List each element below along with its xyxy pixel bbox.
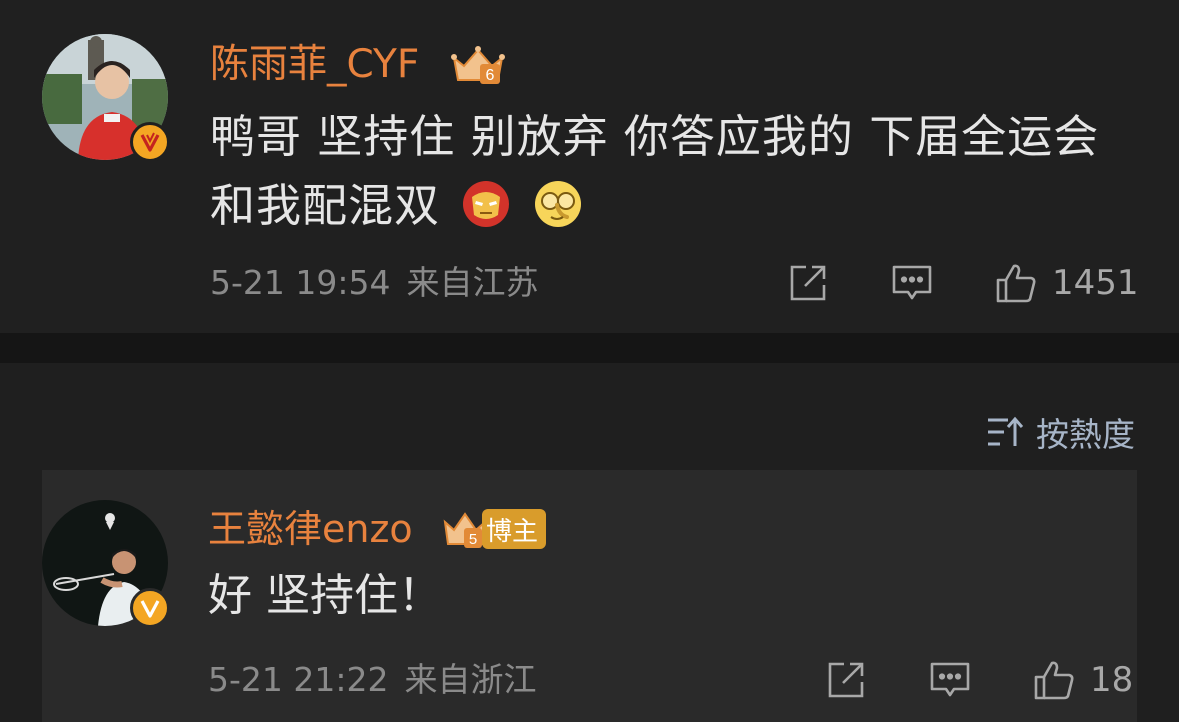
- comment-text-content: 鸭哥 坚持住 别放弃 你答应我的 下届全运会和我配混双: [210, 110, 1100, 232]
- reply-button[interactable]: [890, 261, 934, 305]
- reply-share-button[interactable]: [824, 658, 868, 702]
- verified-badge-icon: [130, 122, 170, 162]
- verified-badge-icon: [130, 588, 170, 628]
- sort-icon: [988, 416, 1024, 446]
- comment-location: 来自江苏: [406, 263, 539, 302]
- blogger-badge: 博主: [482, 509, 547, 549]
- avatar[interactable]: [42, 34, 170, 162]
- covering-eyes-emoji-icon: [534, 181, 581, 227]
- reply-comment-button[interactable]: [928, 658, 972, 702]
- reply-location: 来自浙江: [404, 660, 537, 699]
- reply-avatar[interactable]: [42, 500, 170, 628]
- like-button[interactable]: 1451: [994, 261, 1139, 305]
- sort-label: 按熱度: [1036, 415, 1135, 454]
- comment-icon: [930, 662, 970, 697]
- reply-date: 5-21 21:22: [208, 660, 389, 699]
- share-icon: [790, 265, 826, 301]
- share-button[interactable]: [786, 261, 830, 305]
- username[interactable]: 陈雨菲_CYF: [210, 43, 419, 87]
- sort-by-heat-button[interactable]: 按熱度: [986, 408, 1135, 456]
- thumbs-up-icon: [996, 264, 1036, 303]
- reply-text: 好 坚持住！: [208, 570, 442, 621]
- vip-level-number: 6: [486, 67, 495, 84]
- vip-crown-icon: 6: [450, 44, 506, 90]
- thumbs-up-icon: [1034, 661, 1074, 700]
- reply-meta: 5-21 21:22 来自浙江: [208, 660, 553, 700]
- weibo-comment-view: 陈雨菲_CYF 6 鸭哥 坚持住 别放弃 你答应我的 下届全运会和我配混双 5-…: [0, 0, 1179, 722]
- reply-like-button[interactable]: 18: [1032, 658, 1133, 702]
- comment-meta: 5-21 19:54 来自江苏: [210, 263, 555, 303]
- reply-card: 王懿律enzo 5 博主 好 坚持住！ 5-21 21:22 来自浙江 18: [42, 470, 1137, 722]
- like-count: 1451: [1052, 263, 1139, 303]
- vip-level-number: 5: [469, 531, 477, 548]
- comment-icon: [892, 265, 932, 300]
- comment-text: 鸭哥 坚持住 别放弃 你答应我的 下届全运会和我配混双: [210, 102, 1130, 240]
- comment-date: 5-21 19:54: [210, 263, 391, 302]
- iron-man-emoji-icon: [463, 181, 510, 227]
- reply-badges: 5 博主: [442, 508, 547, 550]
- comment-card: 陈雨菲_CYF 6 鸭哥 坚持住 别放弃 你答应我的 下届全运会和我配混双 5-…: [0, 0, 1179, 333]
- reply-like-count: 18: [1090, 660, 1134, 700]
- share-icon: [828, 662, 864, 698]
- reply-username[interactable]: 王懿律enzo: [208, 507, 413, 551]
- section-divider: [0, 333, 1179, 363]
